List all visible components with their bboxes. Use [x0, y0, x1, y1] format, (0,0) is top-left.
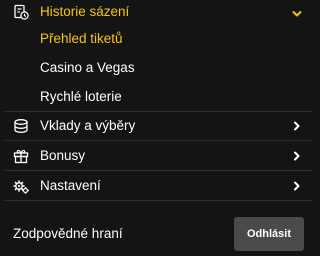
chevron-right-icon	[291, 180, 303, 192]
submenu-item-quick-lotteries[interactable]: Rychlé loterie	[40, 89, 122, 105]
menu-item-history[interactable]: Historie sázení	[0, 2, 319, 22]
divider	[5, 200, 312, 201]
chevron-down-icon	[291, 8, 303, 20]
submenu-item-casino-vegas[interactable]: Casino a Vegas	[40, 60, 135, 76]
coins-icon	[13, 118, 29, 134]
chevron-right-icon	[291, 120, 303, 132]
menu-item-bonuses[interactable]: Bonusy	[0, 141, 319, 170]
chevron-right-icon	[291, 150, 303, 162]
logout-button[interactable]: Odhlásit	[234, 217, 304, 251]
responsible-gaming-link[interactable]: Zodpovědné hraní	[13, 226, 123, 242]
gift-icon	[13, 148, 29, 164]
menu-item-settings[interactable]: Nastavení	[0, 171, 319, 200]
submenu-item-ticket-overview[interactable]: Přehled tiketů	[40, 31, 123, 47]
account-menu: Historie sázení Přehled tiketů Casino a …	[0, 0, 319, 256]
menu-item-deposits[interactable]: Vklady a výběry	[0, 112, 319, 140]
gears-icon	[13, 178, 29, 194]
menu-item-history-label: Historie sázení	[40, 4, 130, 19]
menu-item-deposits-label: Vklady a výběry	[40, 118, 136, 133]
menu-item-settings-label: Nastavení	[40, 178, 101, 193]
menu-item-bonuses-label: Bonusy	[40, 148, 86, 163]
history-receipt-icon	[13, 4, 29, 20]
